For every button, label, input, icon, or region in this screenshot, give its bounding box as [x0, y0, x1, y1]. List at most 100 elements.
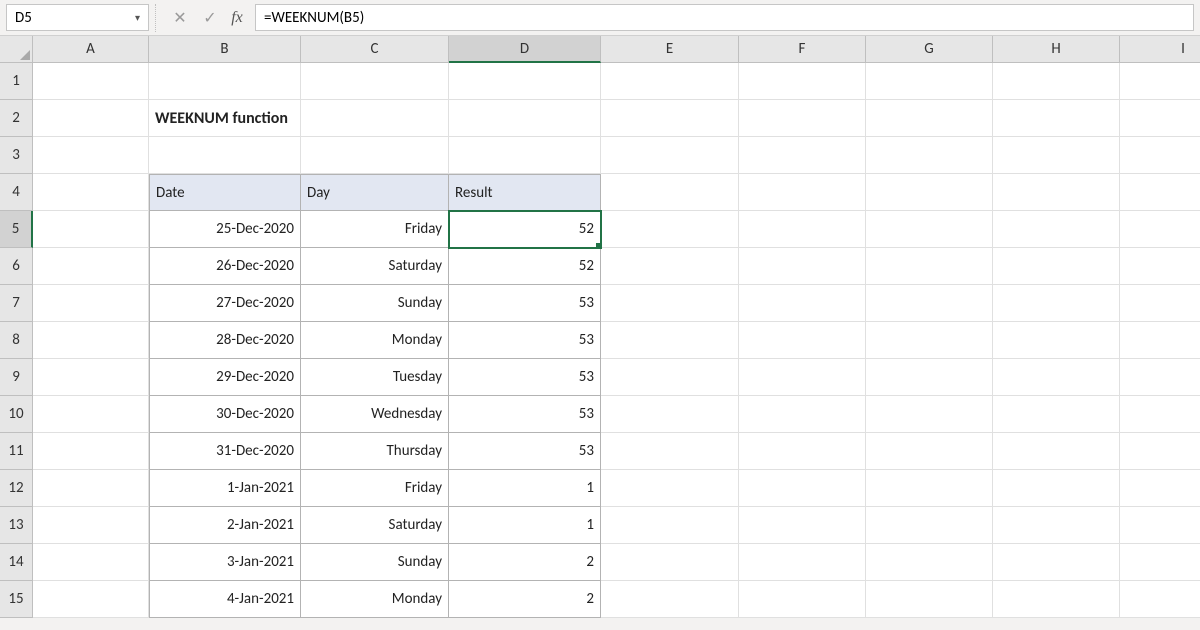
- column-header-C[interactable]: C: [301, 36, 449, 63]
- cell-F14[interactable]: [739, 544, 866, 581]
- cell-C15[interactable]: Monday: [301, 581, 449, 618]
- cell-E6[interactable]: [601, 248, 739, 285]
- cell-A5[interactable]: [33, 211, 149, 248]
- cell-F10[interactable]: [739, 396, 866, 433]
- cell-I15[interactable]: [1120, 581, 1200, 618]
- cell-G13[interactable]: [866, 507, 993, 544]
- cell-I4[interactable]: [1120, 174, 1200, 211]
- cell-B13[interactable]: 2-Jan-2021: [149, 507, 301, 544]
- cell-B5[interactable]: 25-Dec-2020: [149, 211, 301, 248]
- cell-H6[interactable]: [993, 248, 1120, 285]
- cell-F9[interactable]: [739, 359, 866, 396]
- cell-A8[interactable]: [33, 322, 149, 359]
- cell-H14[interactable]: [993, 544, 1120, 581]
- cell-C10[interactable]: Wednesday: [301, 396, 449, 433]
- cell-D11[interactable]: 53: [449, 433, 601, 470]
- cell-H4[interactable]: [993, 174, 1120, 211]
- cell-A13[interactable]: [33, 507, 149, 544]
- cell-I9[interactable]: [1120, 359, 1200, 396]
- column-header-H[interactable]: H: [993, 36, 1120, 63]
- select-all-corner[interactable]: [0, 36, 33, 63]
- cell-D3[interactable]: [449, 137, 601, 174]
- cell-G1[interactable]: [866, 63, 993, 100]
- cell-A7[interactable]: [33, 285, 149, 322]
- cell-C12[interactable]: Friday: [301, 470, 449, 507]
- cell-D8[interactable]: 53: [449, 322, 601, 359]
- cell-E10[interactable]: [601, 396, 739, 433]
- cell-B1[interactable]: [149, 63, 301, 100]
- cell-I6[interactable]: [1120, 248, 1200, 285]
- cell-D14[interactable]: 2: [449, 544, 601, 581]
- cell-G14[interactable]: [866, 544, 993, 581]
- cell-E7[interactable]: [601, 285, 739, 322]
- cell-D6[interactable]: 52: [449, 248, 601, 285]
- cell-D9[interactable]: 53: [449, 359, 601, 396]
- cell-I1[interactable]: [1120, 63, 1200, 100]
- cell-A11[interactable]: [33, 433, 149, 470]
- row-header-14[interactable]: 14: [0, 544, 33, 581]
- cell-A12[interactable]: [33, 470, 149, 507]
- cell-B4[interactable]: Date: [149, 174, 301, 211]
- cell-F11[interactable]: [739, 433, 866, 470]
- cell-I14[interactable]: [1120, 544, 1200, 581]
- cell-E13[interactable]: [601, 507, 739, 544]
- cell-C4[interactable]: Day: [301, 174, 449, 211]
- row-header-6[interactable]: 6: [0, 248, 33, 285]
- cell-E5[interactable]: [601, 211, 739, 248]
- name-box[interactable]: ▾: [6, 4, 149, 31]
- cell-F8[interactable]: [739, 322, 866, 359]
- cell-C7[interactable]: Sunday: [301, 285, 449, 322]
- cell-B15[interactable]: 4-Jan-2021: [149, 581, 301, 618]
- cell-B12[interactable]: 1-Jan-2021: [149, 470, 301, 507]
- cell-I7[interactable]: [1120, 285, 1200, 322]
- cell-C2[interactable]: [301, 100, 449, 137]
- cell-E14[interactable]: [601, 544, 739, 581]
- row-header-10[interactable]: 10: [0, 396, 33, 433]
- cell-H7[interactable]: [993, 285, 1120, 322]
- cell-H5[interactable]: [993, 211, 1120, 248]
- cell-C8[interactable]: Monday: [301, 322, 449, 359]
- cell-H1[interactable]: [993, 63, 1120, 100]
- cell-I12[interactable]: [1120, 470, 1200, 507]
- cell-G10[interactable]: [866, 396, 993, 433]
- cell-B8[interactable]: 28-Dec-2020: [149, 322, 301, 359]
- cell-A2[interactable]: [33, 100, 149, 137]
- cell-B2[interactable]: WEEKNUM function: [149, 100, 301, 137]
- cell-F7[interactable]: [739, 285, 866, 322]
- row-header-15[interactable]: 15: [0, 581, 33, 618]
- cell-I8[interactable]: [1120, 322, 1200, 359]
- cell-E12[interactable]: [601, 470, 739, 507]
- cell-G12[interactable]: [866, 470, 993, 507]
- cell-G15[interactable]: [866, 581, 993, 618]
- cell-F6[interactable]: [739, 248, 866, 285]
- row-header-13[interactable]: 13: [0, 507, 33, 544]
- cell-reference-input[interactable]: [15, 9, 135, 27]
- cell-B3[interactable]: [149, 137, 301, 174]
- cell-F5[interactable]: [739, 211, 866, 248]
- cell-G9[interactable]: [866, 359, 993, 396]
- cell-D4[interactable]: Result: [449, 174, 601, 211]
- cell-G7[interactable]: [866, 285, 993, 322]
- cell-B7[interactable]: 27-Dec-2020: [149, 285, 301, 322]
- column-header-I[interactable]: I: [1120, 36, 1200, 63]
- cell-D5[interactable]: 52: [449, 211, 601, 248]
- cell-H13[interactable]: [993, 507, 1120, 544]
- cell-I3[interactable]: [1120, 137, 1200, 174]
- cell-A6[interactable]: [33, 248, 149, 285]
- cell-C1[interactable]: [301, 63, 449, 100]
- row-header-5[interactable]: 5: [0, 211, 33, 248]
- cell-G4[interactable]: [866, 174, 993, 211]
- cell-E8[interactable]: [601, 322, 739, 359]
- cell-H9[interactable]: [993, 359, 1120, 396]
- cell-C5[interactable]: Friday: [301, 211, 449, 248]
- cell-A15[interactable]: [33, 581, 149, 618]
- column-header-A[interactable]: A: [33, 36, 149, 63]
- cell-E3[interactable]: [601, 137, 739, 174]
- row-header-1[interactable]: 1: [0, 63, 33, 100]
- cell-F3[interactable]: [739, 137, 866, 174]
- formula-input-container[interactable]: [255, 4, 1194, 31]
- cell-F13[interactable]: [739, 507, 866, 544]
- cell-E1[interactable]: [601, 63, 739, 100]
- cell-G8[interactable]: [866, 322, 993, 359]
- cell-I5[interactable]: [1120, 211, 1200, 248]
